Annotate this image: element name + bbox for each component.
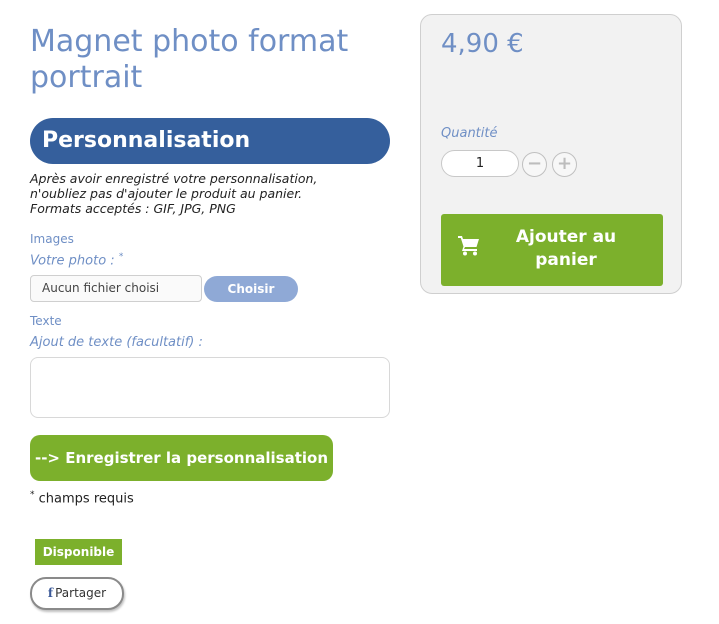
share-label: Partager: [55, 586, 107, 600]
photo-label-text: Votre photo :: [30, 253, 115, 269]
instruction-line: Formats acceptés : GIF, JPG, PNG: [30, 201, 236, 216]
facebook-icon: f: [47, 586, 54, 600]
required-asterisk: *: [118, 252, 124, 262]
product-price: 4,90 €: [441, 29, 524, 59]
product-title: Magnet photo format portrait: [30, 24, 349, 95]
text-field-label: Ajout de texte (facultatif) :: [30, 335, 203, 350]
images-section-label: Images: [30, 232, 74, 246]
quantity-label: Quantité: [441, 126, 498, 141]
file-input[interactable]: Aucun fichier choisi: [30, 275, 202, 302]
add-to-cart-button[interactable]: Ajouter au panier: [441, 214, 663, 286]
required-note-text: champs requis: [38, 491, 134, 507]
quantity-decrease-button[interactable]: −: [522, 152, 547, 177]
add-to-cart-label: Ajouter au panier: [515, 227, 617, 270]
photo-field-label: Votre photo : *: [30, 252, 123, 268]
personalisation-header: Personnalisation: [30, 118, 390, 164]
share-button[interactable]: f Partager: [30, 577, 124, 610]
required-fields-note: * champs requis: [30, 490, 134, 506]
instruction-line: Après avoir enregistré votre personnalis…: [30, 171, 318, 186]
text-section-label: Texte: [30, 314, 62, 328]
quantity-input[interactable]: 1: [441, 150, 519, 177]
personalisation-instructions: Après avoir enregistré votre personnalis…: [30, 171, 370, 216]
shopping-cart-icon: [457, 234, 481, 260]
required-asterisk: *: [30, 490, 35, 500]
quantity-increase-button[interactable]: +: [552, 152, 577, 177]
choose-file-button[interactable]: Choisir: [204, 276, 298, 302]
availability-badge: Disponible: [35, 539, 122, 565]
save-personalisation-button[interactable]: --> Enregistrer la personnalisation: [30, 435, 333, 481]
instruction-line: n'oubliez pas d'ajouter le produit au pa…: [30, 186, 303, 201]
custom-text-input[interactable]: [30, 357, 390, 418]
purchase-card: 4,90 € Quantité 1 − + Ajouter au panier: [420, 14, 682, 294]
